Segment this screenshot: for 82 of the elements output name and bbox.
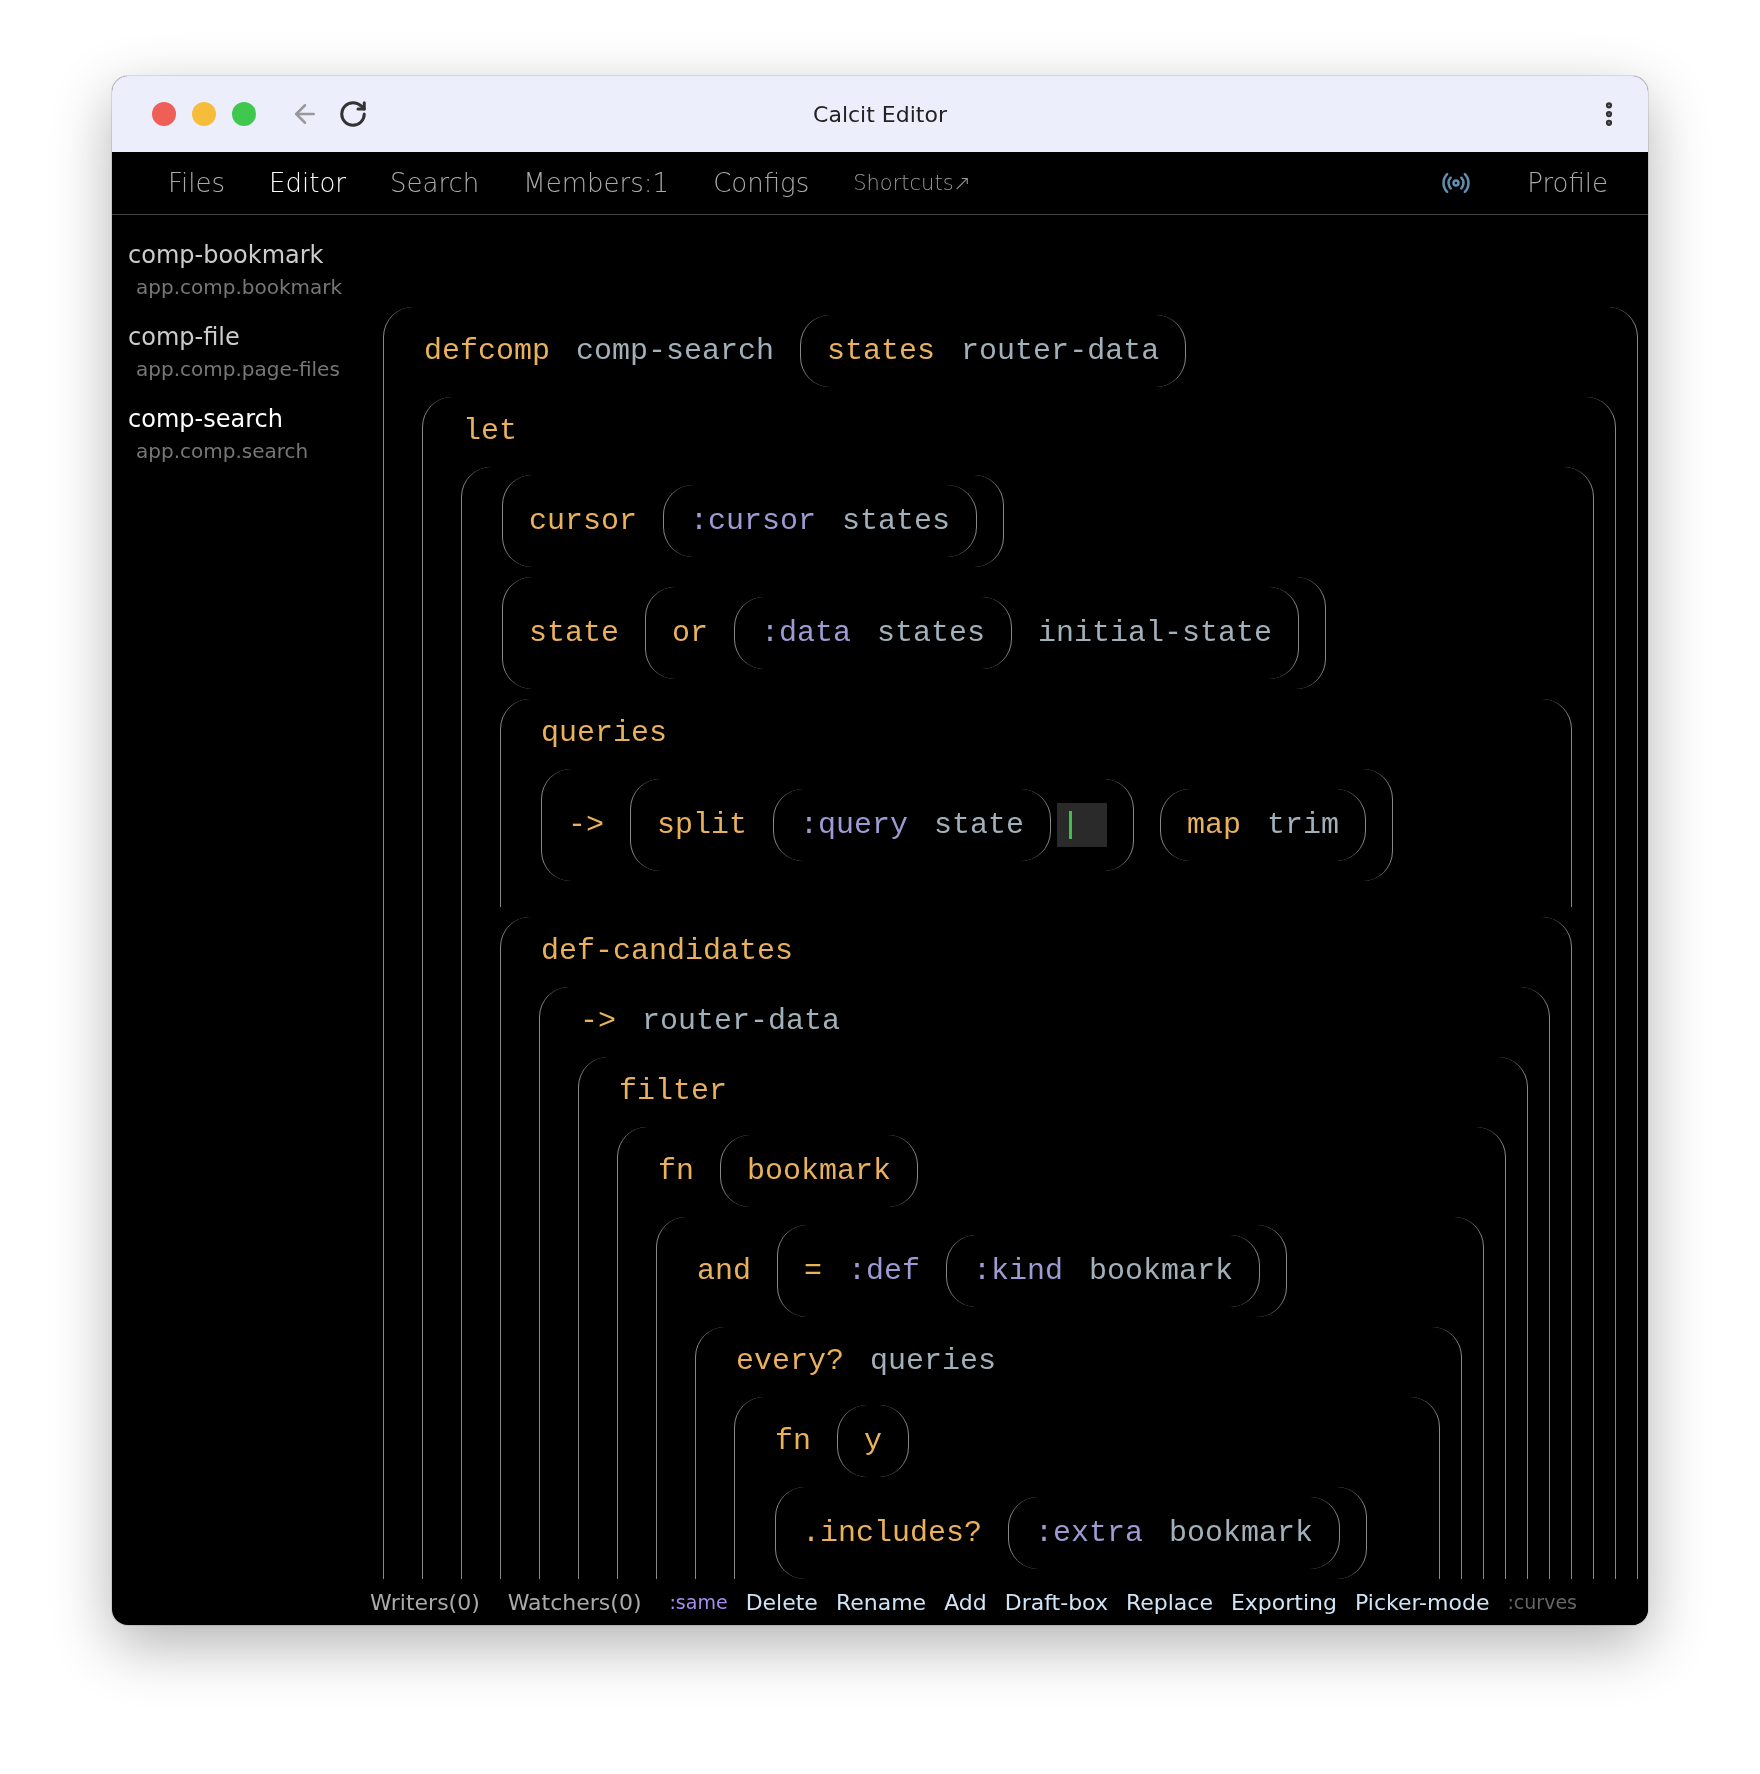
nav-tab[interactable]: Search [390, 168, 480, 198]
sidebar-item[interactable]: comp-search [128, 405, 380, 433]
code-token[interactable]: .includes? [802, 1507, 983, 1559]
code-expression[interactable]: y [837, 1405, 910, 1477]
code-token[interactable]: :extra [1035, 1507, 1144, 1559]
code-token[interactable]: let [463, 405, 517, 457]
code-token[interactable]: and [697, 1245, 751, 1297]
code-expression[interactable]: :cursor states [663, 485, 978, 557]
code-token[interactable]: fn [658, 1145, 694, 1197]
code-expression[interactable]: map trim [1160, 789, 1367, 861]
code-token[interactable]: comp-search [576, 325, 775, 377]
code-expression[interactable]: :extra bookmark [1008, 1497, 1341, 1569]
code-token[interactable]: filter [619, 1065, 728, 1117]
code-expression[interactable]: cursor :cursor states [502, 475, 1005, 567]
sidebar-item[interactable]: comp-bookmark [128, 241, 380, 269]
sidebar-item[interactable]: comp-file [128, 323, 380, 351]
code-token[interactable]: states [877, 607, 986, 659]
close-window-button[interactable] [152, 102, 176, 126]
code-expression[interactable]: bookmark [720, 1135, 919, 1207]
code-token[interactable]: states [842, 495, 951, 547]
nav-tab[interactable]: Files [168, 168, 226, 198]
profile-link[interactable]: Profile [1527, 168, 1608, 198]
code-token[interactable]: y [864, 1415, 883, 1467]
window-title: Calcit Editor [813, 101, 947, 127]
nav-tab[interactable]: Editor [269, 168, 346, 198]
code-token[interactable]: or [672, 607, 709, 659]
text-cursor[interactable] [1057, 803, 1108, 847]
code-token[interactable]: :data [761, 607, 852, 659]
code-token[interactable]: -> [568, 799, 604, 851]
code-expression[interactable]: = :def :kind bookmark [777, 1225, 1288, 1317]
code-token[interactable]: :def [848, 1245, 921, 1297]
code-expression[interactable]: queries -> split :query state map trim [500, 699, 1572, 907]
code-expression[interactable]: :kind bookmark [946, 1235, 1261, 1307]
reload-icon[interactable] [338, 99, 368, 129]
namespace-label: app.comp.search [136, 439, 310, 463]
code-expression[interactable]: or :data states initial-state [645, 587, 1300, 679]
shortcuts-link[interactable]: Shortcuts↗ [853, 171, 972, 195]
code-token[interactable]: router-data [642, 995, 841, 1047]
code-token[interactable]: states [827, 325, 936, 377]
code-token[interactable]: def-candidates [541, 925, 794, 977]
status-item[interactable]: Delete [745, 1589, 818, 1615]
code-token[interactable]: router-data [961, 325, 1160, 377]
status-item: Writers(0) [370, 1589, 480, 1615]
code-token[interactable]: :kind [973, 1245, 1064, 1297]
code-token[interactable]: queries [541, 707, 668, 759]
code-token[interactable]: = [804, 1245, 823, 1297]
status-item[interactable]: Draft-box [1004, 1589, 1108, 1615]
code-token[interactable]: :cursor [690, 495, 817, 547]
code-expression[interactable]: state or :data states initial-state [502, 577, 1327, 689]
nav-tab[interactable]: Members:1 [523, 168, 670, 198]
code-token[interactable]: every? [736, 1335, 845, 1387]
code-token[interactable]: bookmark [1169, 1507, 1314, 1559]
code-token[interactable]: fn [775, 1415, 811, 1467]
code-token[interactable]: defcomp [424, 325, 551, 377]
code-token[interactable]: trim [1267, 799, 1340, 851]
status-item[interactable]: Picker-mode [1355, 1589, 1490, 1615]
code-token[interactable]: cursor [529, 495, 638, 547]
code-expression[interactable]: split :query state [630, 779, 1135, 871]
status-item: :curves [1507, 1591, 1577, 1613]
status-item: Watchers(0) [507, 1589, 642, 1615]
code-token[interactable]: bookmark [1089, 1245, 1234, 1297]
code-token[interactable]: -> [580, 995, 616, 1047]
code-token[interactable]: map [1187, 799, 1242, 851]
namespace-label: app.comp.bookmark [136, 275, 344, 299]
status-item[interactable]: Add [944, 1589, 987, 1615]
nav-tab[interactable]: Configs [713, 168, 810, 198]
code-token[interactable]: split [657, 799, 748, 851]
status-item[interactable]: Replace [1125, 1589, 1213, 1615]
code-expression[interactable]: :data states [734, 597, 1013, 669]
code-expression[interactable]: states router-data [800, 315, 1187, 387]
code-token[interactable]: :query [800, 799, 909, 851]
status-item[interactable]: Rename [835, 1589, 927, 1615]
code-token[interactable]: initial-state [1038, 607, 1273, 659]
code-expression[interactable]: :query state [773, 789, 1052, 861]
namespace-label: app.comp.page-files [136, 357, 341, 381]
code-token[interactable]: bookmark [747, 1145, 892, 1197]
code-expression[interactable]: -> split :query state map trim [541, 769, 1394, 881]
status-item[interactable]: Exporting [1230, 1589, 1337, 1615]
code-token[interactable]: queries [870, 1335, 997, 1387]
code-token[interactable]: state [529, 607, 619, 659]
code-token[interactable]: state [934, 799, 1025, 851]
status-item: :same [669, 1591, 728, 1613]
